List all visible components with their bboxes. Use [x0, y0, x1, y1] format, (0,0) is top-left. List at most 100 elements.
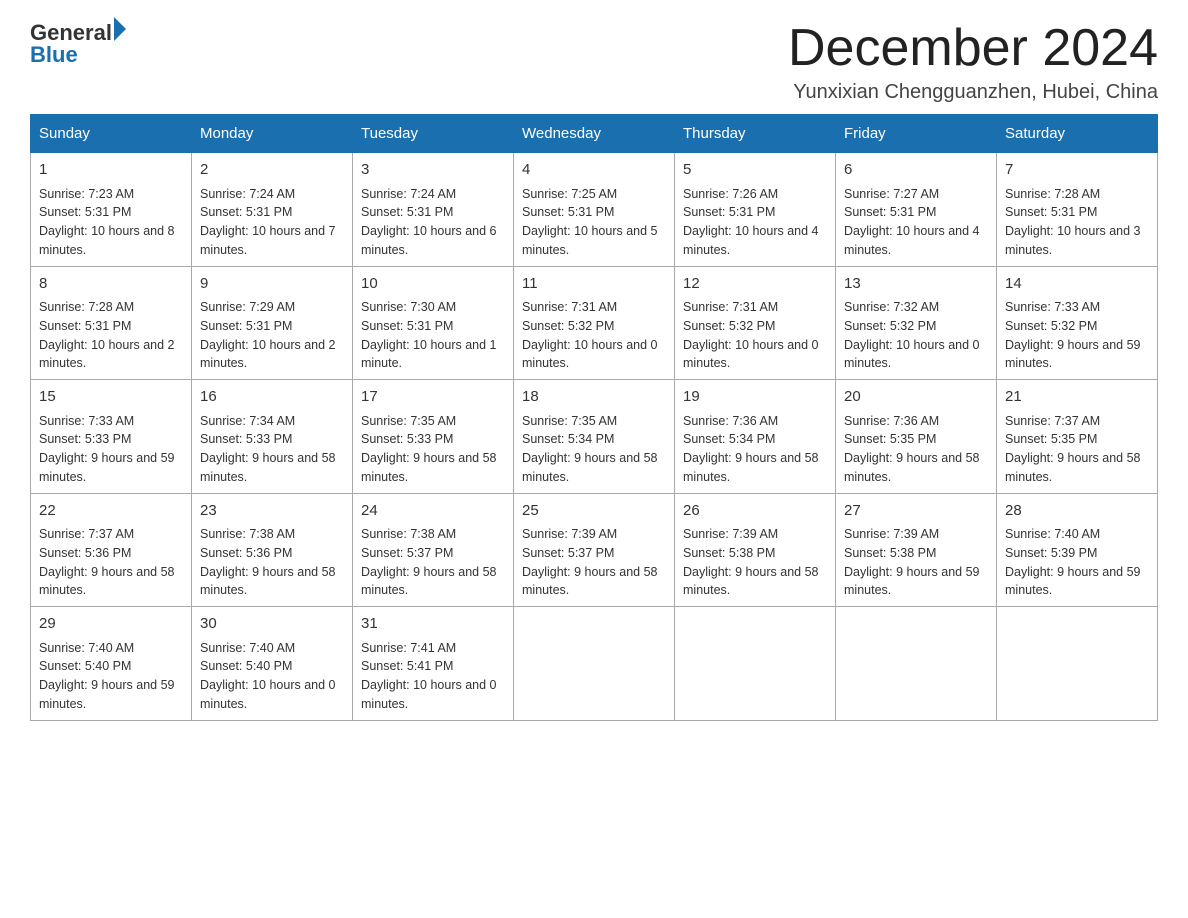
daylight-label: Daylight: 9 hours and 58 minutes.: [1005, 451, 1141, 484]
sunset-label: Sunset: 5:37 PM: [522, 546, 614, 560]
calendar-table: SundayMondayTuesdayWednesdayThursdayFrid…: [30, 114, 1158, 721]
day-number: 4: [522, 159, 666, 182]
logo-blue-text: Blue: [30, 42, 78, 68]
sunrise-label: Sunrise: 7:39 AM: [522, 527, 617, 541]
sunset-label: Sunset: 5:39 PM: [1005, 546, 1097, 560]
day-number: 13: [844, 273, 988, 296]
calendar-cell: 18 Sunrise: 7:35 AM Sunset: 5:34 PM Dayl…: [514, 380, 675, 494]
sunrise-label: Sunrise: 7:32 AM: [844, 300, 939, 314]
calendar-cell: 7 Sunrise: 7:28 AM Sunset: 5:31 PM Dayli…: [997, 153, 1158, 267]
day-number: 24: [361, 500, 505, 523]
calendar-week-row: 15 Sunrise: 7:33 AM Sunset: 5:33 PM Dayl…: [31, 380, 1158, 494]
calendar-cell: 12 Sunrise: 7:31 AM Sunset: 5:32 PM Dayl…: [675, 266, 836, 380]
daylight-label: Daylight: 10 hours and 0 minutes.: [683, 338, 819, 371]
daylight-label: Daylight: 10 hours and 0 minutes.: [844, 338, 980, 371]
column-header-sunday: Sunday: [31, 115, 192, 153]
daylight-label: Daylight: 10 hours and 4 minutes.: [844, 224, 980, 257]
column-header-thursday: Thursday: [675, 115, 836, 153]
sunset-label: Sunset: 5:32 PM: [683, 319, 775, 333]
calendar-week-row: 8 Sunrise: 7:28 AM Sunset: 5:31 PM Dayli…: [31, 266, 1158, 380]
daylight-label: Daylight: 9 hours and 58 minutes.: [361, 565, 497, 598]
sunset-label: Sunset: 5:31 PM: [522, 205, 614, 219]
day-number: 1: [39, 159, 183, 182]
sunset-label: Sunset: 5:31 PM: [361, 205, 453, 219]
sunrise-label: Sunrise: 7:41 AM: [361, 641, 456, 655]
daylight-label: Daylight: 9 hours and 59 minutes.: [1005, 338, 1141, 371]
sunrise-label: Sunrise: 7:35 AM: [522, 414, 617, 428]
calendar-cell: 29 Sunrise: 7:40 AM Sunset: 5:40 PM Dayl…: [31, 607, 192, 721]
sunset-label: Sunset: 5:41 PM: [361, 659, 453, 673]
sunset-label: Sunset: 5:31 PM: [200, 205, 292, 219]
sunrise-label: Sunrise: 7:40 AM: [200, 641, 295, 655]
day-number: 20: [844, 386, 988, 409]
calendar-cell: [675, 607, 836, 721]
sunset-label: Sunset: 5:31 PM: [1005, 205, 1097, 219]
sunrise-label: Sunrise: 7:28 AM: [1005, 187, 1100, 201]
calendar-cell: 6 Sunrise: 7:27 AM Sunset: 5:31 PM Dayli…: [836, 153, 997, 267]
sunset-label: Sunset: 5:31 PM: [200, 319, 292, 333]
column-header-friday: Friday: [836, 115, 997, 153]
sunset-label: Sunset: 5:38 PM: [844, 546, 936, 560]
daylight-label: Daylight: 10 hours and 6 minutes.: [361, 224, 497, 257]
calendar-week-row: 29 Sunrise: 7:40 AM Sunset: 5:40 PM Dayl…: [31, 607, 1158, 721]
logo: General Blue: [30, 20, 126, 68]
day-number: 29: [39, 613, 183, 636]
sunrise-label: Sunrise: 7:33 AM: [1005, 300, 1100, 314]
daylight-label: Daylight: 10 hours and 1 minute.: [361, 338, 497, 371]
column-header-tuesday: Tuesday: [353, 115, 514, 153]
calendar-cell: 25 Sunrise: 7:39 AM Sunset: 5:37 PM Dayl…: [514, 493, 675, 607]
day-number: 8: [39, 273, 183, 296]
calendar-week-row: 22 Sunrise: 7:37 AM Sunset: 5:36 PM Dayl…: [31, 493, 1158, 607]
daylight-label: Daylight: 10 hours and 0 minutes.: [361, 678, 497, 711]
sunset-label: Sunset: 5:37 PM: [361, 546, 453, 560]
sunset-label: Sunset: 5:36 PM: [200, 546, 292, 560]
sunrise-label: Sunrise: 7:33 AM: [39, 414, 134, 428]
day-number: 12: [683, 273, 827, 296]
location-title: Yunxixian Chengguanzhen, Hubei, China: [788, 81, 1158, 104]
sunrise-label: Sunrise: 7:39 AM: [683, 527, 778, 541]
daylight-label: Daylight: 9 hours and 58 minutes.: [39, 565, 175, 598]
day-number: 17: [361, 386, 505, 409]
calendar-cell: 26 Sunrise: 7:39 AM Sunset: 5:38 PM Dayl…: [675, 493, 836, 607]
daylight-label: Daylight: 9 hours and 58 minutes.: [683, 451, 819, 484]
sunrise-label: Sunrise: 7:37 AM: [39, 527, 134, 541]
sunset-label: Sunset: 5:34 PM: [522, 432, 614, 446]
calendar-cell: 11 Sunrise: 7:31 AM Sunset: 5:32 PM Dayl…: [514, 266, 675, 380]
daylight-label: Daylight: 9 hours and 58 minutes.: [683, 565, 819, 598]
sunrise-label: Sunrise: 7:25 AM: [522, 187, 617, 201]
calendar-cell: 28 Sunrise: 7:40 AM Sunset: 5:39 PM Dayl…: [997, 493, 1158, 607]
day-number: 11: [522, 273, 666, 296]
day-number: 2: [200, 159, 344, 182]
daylight-label: Daylight: 9 hours and 58 minutes.: [844, 451, 980, 484]
title-area: December 2024 Yunxixian Chengguanzhen, H…: [788, 20, 1158, 104]
calendar-cell: 3 Sunrise: 7:24 AM Sunset: 5:31 PM Dayli…: [353, 153, 514, 267]
day-number: 9: [200, 273, 344, 296]
day-number: 7: [1005, 159, 1149, 182]
calendar-cell: 23 Sunrise: 7:38 AM Sunset: 5:36 PM Dayl…: [192, 493, 353, 607]
day-number: 22: [39, 500, 183, 523]
sunset-label: Sunset: 5:35 PM: [844, 432, 936, 446]
calendar-cell: 1 Sunrise: 7:23 AM Sunset: 5:31 PM Dayli…: [31, 153, 192, 267]
daylight-label: Daylight: 10 hours and 8 minutes.: [39, 224, 175, 257]
day-number: 18: [522, 386, 666, 409]
sunset-label: Sunset: 5:31 PM: [39, 205, 131, 219]
sunset-label: Sunset: 5:38 PM: [683, 546, 775, 560]
sunset-label: Sunset: 5:40 PM: [39, 659, 131, 673]
day-number: 16: [200, 386, 344, 409]
calendar-cell: 10 Sunrise: 7:30 AM Sunset: 5:31 PM Dayl…: [353, 266, 514, 380]
daylight-label: Daylight: 10 hours and 2 minutes.: [200, 338, 336, 371]
calendar-cell: 27 Sunrise: 7:39 AM Sunset: 5:38 PM Dayl…: [836, 493, 997, 607]
sunrise-label: Sunrise: 7:28 AM: [39, 300, 134, 314]
daylight-label: Daylight: 10 hours and 7 minutes.: [200, 224, 336, 257]
sunrise-label: Sunrise: 7:38 AM: [200, 527, 295, 541]
sunrise-label: Sunrise: 7:27 AM: [844, 187, 939, 201]
sunrise-label: Sunrise: 7:36 AM: [683, 414, 778, 428]
sunrise-label: Sunrise: 7:37 AM: [1005, 414, 1100, 428]
sunrise-label: Sunrise: 7:39 AM: [844, 527, 939, 541]
sunrise-label: Sunrise: 7:38 AM: [361, 527, 456, 541]
daylight-label: Daylight: 9 hours and 59 minutes.: [844, 565, 980, 598]
daylight-label: Daylight: 10 hours and 5 minutes.: [522, 224, 658, 257]
calendar-cell: 8 Sunrise: 7:28 AM Sunset: 5:31 PM Dayli…: [31, 266, 192, 380]
column-header-wednesday: Wednesday: [514, 115, 675, 153]
calendar-cell: 16 Sunrise: 7:34 AM Sunset: 5:33 PM Dayl…: [192, 380, 353, 494]
